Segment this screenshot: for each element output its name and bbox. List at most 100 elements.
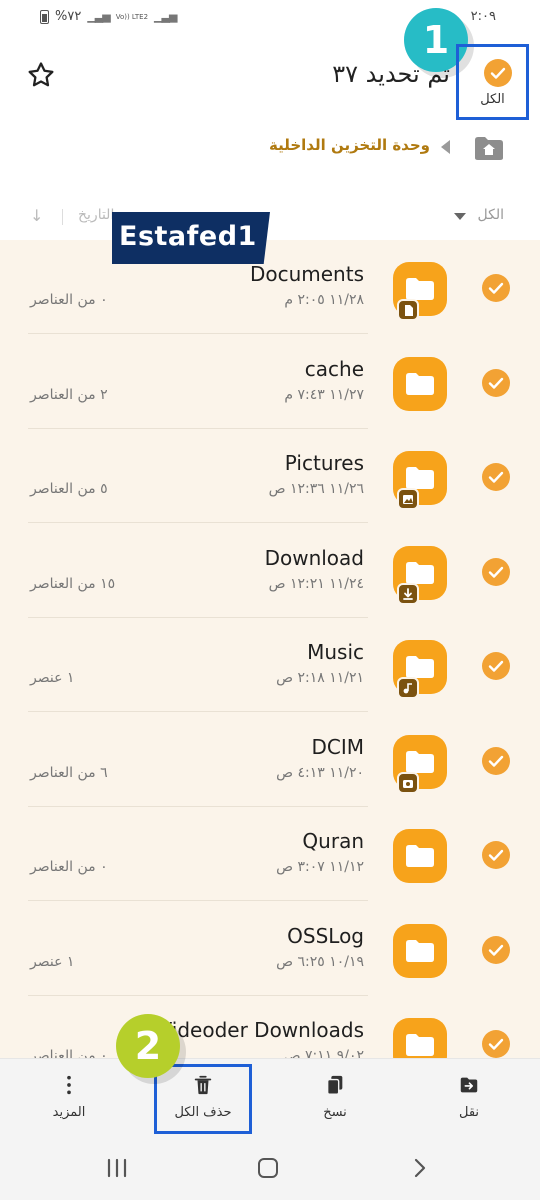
- row-checkbox[interactable]: [482, 935, 510, 964]
- file-name: Quran: [302, 829, 364, 853]
- row-checkbox[interactable]: [482, 557, 510, 586]
- dropdown-caret-icon: [454, 213, 466, 220]
- star-icon[interactable]: [26, 60, 56, 90]
- home-icon[interactable]: [473, 134, 505, 162]
- signal-icon-2: ▁▃▅: [154, 10, 177, 23]
- file-item-count: ٢ من العناصر: [30, 386, 108, 403]
- sort-divider: [62, 209, 63, 225]
- more-vertical-icon: [67, 1075, 71, 1095]
- watermark-logo: Estafed1: [112, 212, 270, 264]
- file-item-count: ١ عنصر: [30, 953, 75, 970]
- checkmark-icon: [488, 755, 504, 767]
- breadcrumb-internal-storage[interactable]: وحدة التخزين الداخلية: [269, 136, 430, 154]
- home-nav-icon[interactable]: [258, 1158, 278, 1178]
- file-row[interactable]: OSSLog ١٠/١٩ ٦:٢٥ ص ١ عنصر: [0, 902, 540, 996]
- row-checkbox[interactable]: [482, 652, 510, 680]
- file-item-count: ١٥ من العناصر: [30, 575, 116, 592]
- file-item-count: ٠ من العناصر: [30, 859, 108, 875]
- status-indicators: %٧٢ ▁▃▅ Vo)) LTE2 ▁▃▅: [40, 9, 177, 24]
- file-name: Download: [264, 545, 364, 570]
- file-row[interactable]: Pictures ١١/٢٦ ١٢:٣٦ ص ٥ من العناصر: [0, 429, 540, 523]
- file-date: ١٠/١٩ ٦:٢٥ ص: [276, 953, 364, 970]
- checkmark-icon: [488, 849, 504, 861]
- row-checkbox[interactable]: [482, 1030, 510, 1058]
- row-checkbox[interactable]: [482, 746, 510, 775]
- checkmark-icon: [488, 566, 504, 578]
- file-row[interactable]: Videoder Downloads ٩/٠٢ ٧:١١ ص ٠ من العن…: [0, 996, 540, 1060]
- folder-icon: [393, 1018, 447, 1060]
- file-date: ١١/٢٤ ١٢:٢١ ص: [268, 575, 364, 592]
- annotation-badge-2: 2: [116, 1014, 180, 1078]
- folder-icon: [393, 356, 447, 411]
- file-item-count: ١ عنصر: [30, 670, 75, 686]
- file-row[interactable]: cache ١١/٢٧ ٧:٤٣ م ٢ من العناصر: [0, 335, 540, 429]
- move-label: نقل: [458, 1105, 480, 1120]
- move-button[interactable]: نقل: [424, 1073, 514, 1120]
- back-icon[interactable]: [410, 1157, 430, 1179]
- sort-direction-icon[interactable]: ↓: [30, 206, 43, 225]
- file-date: ١١/٢٨ ٢:٠٥ م: [284, 292, 364, 308]
- copy-button[interactable]: نسخ: [290, 1073, 380, 1120]
- sort-by-date[interactable]: التاريخ: [78, 207, 114, 223]
- checkmark-icon: [488, 377, 504, 389]
- file-name: DCIM: [311, 734, 364, 759]
- breadcrumb-separator-icon: [441, 140, 450, 154]
- camera-icon: [397, 771, 419, 794]
- file-date: ١١/٢٧ ٧:٤٣ م: [284, 386, 364, 403]
- battery-icon: [40, 9, 49, 24]
- file-row[interactable]: Quran ١١/١٢ ٣:٠٧ ص ٠ من العناصر: [0, 807, 540, 901]
- file-name: Music: [307, 640, 364, 664]
- file-date: ١١/٢١ ٢:١٨ ص: [276, 670, 364, 686]
- folder-icon: [393, 640, 447, 699]
- file-item-count: ٥ من العناصر: [30, 481, 108, 497]
- select-all-label: الكل: [480, 92, 505, 107]
- row-checkbox[interactable]: [482, 463, 510, 491]
- music-note-icon: [397, 677, 419, 699]
- folder-icon: [393, 451, 447, 510]
- more-label: المزيد: [52, 1105, 86, 1120]
- select-all-checkbox[interactable]: [484, 59, 512, 87]
- checkmark-icon: [488, 1038, 504, 1050]
- checkmark-icon: [490, 67, 506, 79]
- navigation-bar: [0, 1142, 540, 1200]
- file-item-count: ٦ من العناصر: [30, 764, 108, 781]
- file-row[interactable]: DCIM ١١/٢٠ ٤:١٣ ص ٦ من العناصر: [0, 713, 540, 807]
- folder-icon: [393, 545, 447, 605]
- copy-label: نسخ: [323, 1105, 347, 1120]
- file-name: OSSLog: [287, 923, 364, 948]
- delete-highlight-box: [154, 1064, 252, 1134]
- file-name: Documents: [249, 262, 364, 286]
- row-checkbox[interactable]: [482, 841, 510, 869]
- image-icon: [397, 488, 419, 510]
- folder-icon: [393, 923, 447, 978]
- file-date: ١١/١٢ ٣:٠٧ ص: [276, 859, 364, 875]
- row-checkbox[interactable]: [482, 368, 510, 397]
- bottom-toolbar: نقل نسخ حذف الكل المزيد: [0, 1058, 540, 1142]
- checkmark-icon: [488, 282, 504, 294]
- file-name: Pictures: [284, 451, 364, 475]
- checkmark-icon: [488, 944, 504, 956]
- download-icon: [397, 582, 419, 605]
- folder-icon: [393, 829, 447, 883]
- file-list: Documents ١١/٢٨ ٢:٠٥ م ٠ من العناصر cach…: [0, 240, 540, 1060]
- document-icon: [397, 299, 419, 321]
- file-row[interactable]: Documents ١١/٢٨ ٢:٠٥ م ٠ من العناصر: [0, 240, 540, 334]
- file-name: cache: [304, 356, 364, 381]
- folder-icon: [393, 734, 447, 794]
- checkmark-icon: [488, 660, 504, 672]
- select-all-button[interactable]: الكل: [456, 44, 529, 120]
- row-checkbox[interactable]: [482, 274, 510, 302]
- file-row[interactable]: Download ١١/٢٤ ١٢:٢١ ص ١٥ من العناصر: [0, 524, 540, 618]
- status-time: ٢:٠٩: [470, 9, 496, 24]
- copy-icon: [326, 1075, 343, 1095]
- file-date: ١١/٢٦ ١٢:٣٦ ص: [268, 481, 364, 497]
- signal-icon: ▁▃▅: [87, 10, 110, 23]
- move-icon: [460, 1077, 478, 1093]
- file-name: Videoder Downloads: [158, 1018, 364, 1042]
- battery-level: %٧٢: [55, 9, 82, 24]
- filter-dropdown[interactable]: الكل: [478, 207, 505, 223]
- more-button[interactable]: المزيد: [24, 1073, 114, 1120]
- recents-icon[interactable]: [106, 1158, 128, 1178]
- file-row[interactable]: Music ١١/٢١ ٢:١٨ ص ١ عنصر: [0, 618, 540, 712]
- file-date: ١١/٢٠ ٤:١٣ ص: [276, 764, 364, 781]
